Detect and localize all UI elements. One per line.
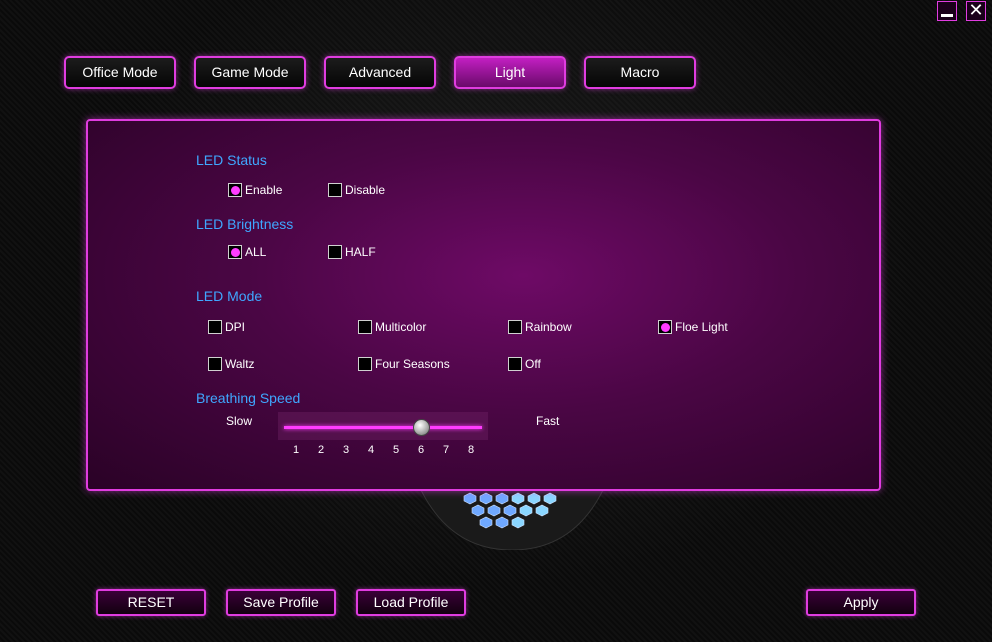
led-mode-off-label: Off	[525, 357, 541, 371]
led-mode-off-checkbox[interactable]	[508, 357, 522, 371]
led-mode-floe-light-checkbox[interactable]	[658, 320, 672, 334]
led-status-disable-option[interactable]: Disable	[328, 183, 385, 197]
tab-macro[interactable]: Macro	[584, 56, 696, 89]
led-mode-multicolor-label: Multicolor	[375, 320, 427, 334]
slider-thumb[interactable]	[413, 419, 430, 436]
selected-dot-icon	[230, 185, 240, 195]
led-mode-waltz-checkbox[interactable]	[208, 357, 222, 371]
minimize-icon	[941, 13, 953, 17]
led-brightness-half-label: HALF	[345, 245, 376, 259]
led-mode-rainbow-checkbox[interactable]	[508, 320, 522, 334]
led-mode-floe-light-label: Floe Light	[675, 320, 728, 334]
slider-tick-1: 1	[292, 444, 300, 456]
save-profile-button[interactable]: Save Profile	[226, 589, 336, 616]
slider-tick-3: 3	[342, 444, 350, 456]
slider-tick-4: 4	[367, 444, 375, 456]
led-status-enable-option[interactable]: Enable	[228, 183, 282, 197]
breathing-speed-title: Breathing Speed	[196, 390, 301, 406]
led-mode-four-seasons-option[interactable]: Four Seasons	[358, 357, 450, 371]
led-mode-dpi-label: DPI	[225, 320, 246, 334]
slider-tick-8: 8	[467, 444, 475, 456]
led-mode-title: LED Mode	[196, 288, 263, 304]
led-mode-waltz-label: Waltz	[225, 357, 255, 371]
led-status-enable-checkbox[interactable]	[228, 183, 242, 197]
led-brightness-title: LED Brightness	[196, 216, 294, 232]
tab-game-mode[interactable]: Game Mode	[194, 56, 306, 89]
tab-advanced[interactable]: Advanced	[324, 56, 436, 89]
led-mode-waltz-option[interactable]: Waltz	[208, 357, 255, 371]
led-brightness-half-checkbox[interactable]	[328, 245, 342, 259]
reset-button[interactable]: RESET	[96, 589, 206, 616]
led-mode-rainbow-option[interactable]: Rainbow	[508, 320, 572, 334]
led-mode-dpi-checkbox[interactable]	[208, 320, 222, 334]
led-mode-floe-light-option[interactable]: Floe Light	[658, 320, 728, 334]
mouse-illustration	[420, 488, 604, 550]
tab-light[interactable]: Light	[454, 56, 566, 89]
led-mode-four-seasons-label: Four Seasons	[375, 357, 450, 371]
led-status-disable-label: Disable	[345, 183, 386, 197]
led-brightness-all-checkbox[interactable]	[228, 245, 242, 259]
slider-tick-5: 5	[392, 444, 400, 456]
slider-tick-7: 7	[442, 444, 450, 456]
led-mode-dpi-option[interactable]: DPI	[208, 320, 245, 334]
led-mode-multicolor-checkbox[interactable]	[358, 320, 372, 334]
close-button[interactable]: ✕	[966, 1, 986, 21]
load-profile-button[interactable]: Load Profile	[356, 589, 466, 616]
led-status-enable-label: Enable	[245, 183, 283, 197]
tab-office-mode[interactable]: Office Mode	[64, 56, 176, 89]
slider-tick-2: 2	[317, 444, 325, 456]
led-mode-four-seasons-checkbox[interactable]	[358, 357, 372, 371]
led-status-disable-checkbox[interactable]	[328, 183, 342, 197]
led-mode-rainbow-label: Rainbow	[525, 320, 572, 334]
led-status-title: LED Status	[196, 152, 267, 168]
led-mode-multicolor-option[interactable]: Multicolor	[358, 320, 426, 334]
led-brightness-all-label: ALL	[245, 245, 267, 259]
led-brightness-all-option[interactable]: ALL	[228, 245, 266, 259]
led-mode-off-option[interactable]: Off	[508, 357, 541, 371]
slider-tick-6: 6	[417, 444, 425, 456]
led-brightness-half-option[interactable]: HALF	[328, 245, 376, 259]
close-icon: ✕	[968, 0, 984, 21]
slider-track[interactable]	[284, 426, 482, 429]
apply-button[interactable]: Apply	[806, 589, 916, 616]
slider-fast-label: Fast	[536, 414, 560, 428]
selected-dot-icon	[660, 322, 670, 332]
selected-dot-icon	[230, 247, 240, 257]
minimize-button[interactable]	[937, 1, 957, 21]
slider-slow-label: Slow	[226, 414, 253, 428]
